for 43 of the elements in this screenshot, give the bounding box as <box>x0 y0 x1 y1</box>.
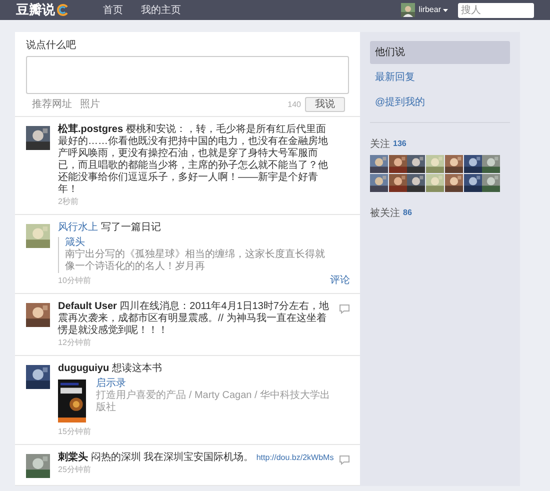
composer-title: 说点什么吧 <box>26 38 77 53</box>
following-count[interactable]: 136 <box>393 137 406 152</box>
followers-label: 被关注 <box>370 206 400 221</box>
author-link[interactable]: 松茸.postgres <box>58 124 124 135</box>
post-text: 刺棠头 闷热的深圳 我在深圳宝安国际机场。 http://dou.bz/2kWbMs <box>58 452 334 464</box>
search-field[interactable]: 搜人 <box>458 2 534 18</box>
post-text: 风行水上 写了一篇日记 <box>58 222 162 234</box>
composer-tool-link[interactable]: 照片 <box>80 97 100 112</box>
comment-link[interactable]: 评论 <box>330 273 350 288</box>
timestamp: 25分钟前 <box>58 465 91 475</box>
url-link[interactable]: http://dou.bz/2kWbMs <box>256 453 334 462</box>
post-input[interactable] <box>26 56 349 94</box>
swirl-icon <box>57 4 69 16</box>
timestamp: 15分钟前 <box>58 427 91 437</box>
character-counter: 140 <box>288 98 301 110</box>
sidebar-tab[interactable]: @提到我的 <box>370 91 510 114</box>
timestamp: 12分钟前 <box>58 338 91 348</box>
composer-tool-link[interactable]: 推荐网址 <box>32 97 72 112</box>
post-text: Default User 四川在线消息：2011年4月1日13时7分左右，地震再次袭来，成都市区有明显震感。// 为神马我一直在这坐着愣是就没感觉到呢！！！ <box>58 301 330 337</box>
comment-icon[interactable] <box>339 304 350 314</box>
submit-button[interactable]: 我说 <box>305 97 345 112</box>
user-menu[interactable]: lirbear <box>418 4 448 16</box>
note-title-link[interactable]: 箴头 <box>65 237 334 249</box>
timestamp: 10分钟前 <box>58 276 91 286</box>
author-link[interactable]: duguguiyu <box>58 363 110 374</box>
book-info: 打造用户喜爱的产品 / Marty Cagan / 华中科技大学出版社 <box>96 390 332 414</box>
comment-icon[interactable] <box>339 455 350 465</box>
caret-icon <box>443 8 448 12</box>
followers-count[interactable]: 86 <box>403 206 412 221</box>
note-excerpt: 南宁出分写的《孤独星球》相当的缠绵，这家长度直长得就像一个诗语化的的名人！岁月再 <box>65 249 326 273</box>
sidebar-tab[interactable]: 最新回复 <box>370 66 510 89</box>
timestamp: 2秒前 <box>58 197 78 207</box>
author-link[interactable]: Default User <box>58 301 117 312</box>
following-label: 关注 <box>370 138 390 152</box>
nav-link[interactable]: 我的主页 <box>141 2 181 18</box>
post-text: duguguiyu 想读这本书 <box>58 363 163 375</box>
nav-link[interactable]: 首页 <box>103 2 123 18</box>
logo[interactable]: 豆瓣说 <box>16 0 55 20</box>
book-title-link[interactable]: 启示录 <box>96 378 334 390</box>
post-text: 松茸.postgres 樱桃和安说：，转，毛少将是所有红后代里面最好的……你看他既没有把持中国的电力，也没有在金融房地产呼风唤雨，更没有操控石油，也就是穿了身特大号军服而已，而且唱歌的都能当少将，主席的孙子怎么就不能当了？他还能没事给你们逗逗乐子，多好一人啊！——新宇是个好青年！ <box>58 124 329 196</box>
author-link[interactable]: 刺棠头 <box>58 452 88 463</box>
sidebar-tab[interactable]: 他们说 <box>370 41 510 64</box>
author-link[interactable]: 风行水上 <box>58 222 98 233</box>
